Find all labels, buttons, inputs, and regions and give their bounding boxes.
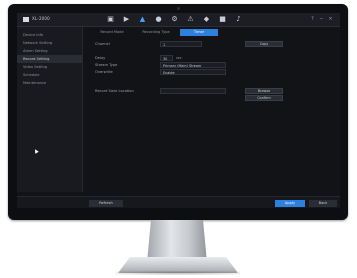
bottom-bar: Refresh Apply Back bbox=[17, 196, 340, 208]
help-icon[interactable]: ? bbox=[310, 17, 315, 22]
tab-timer[interactable]: Timer bbox=[180, 29, 218, 36]
apply-button[interactable]: Apply bbox=[275, 200, 305, 207]
tab-record-mode[interactable]: Record Mode bbox=[93, 29, 131, 36]
browse-button[interactable]: Browse bbox=[245, 88, 283, 94]
sidebar-item-record-setting[interactable]: Record Setting bbox=[17, 55, 82, 63]
stream-type-select[interactable]: Primary (Main) Stream bbox=[160, 62, 226, 68]
playback-icon[interactable]: ▶ bbox=[123, 16, 130, 23]
channel-select[interactable]: 1 bbox=[160, 41, 202, 47]
sidebar-item-maintenance[interactable]: Maintenance bbox=[17, 79, 82, 87]
sidebar-item-schedule[interactable]: Schedule bbox=[17, 71, 82, 79]
settings-icon[interactable]: ⚙ bbox=[171, 16, 178, 23]
stream-type-label: Stream Type bbox=[95, 63, 118, 67]
overwrite-label: Overwrite bbox=[95, 70, 113, 74]
monitor-stand bbox=[147, 220, 207, 260]
delay-unit: sec bbox=[176, 56, 182, 60]
save-location-label: Record Save Location bbox=[95, 89, 134, 93]
refresh-button[interactable]: Refresh bbox=[89, 200, 123, 207]
sidebar-item-alarm-setting[interactable]: Alarm Setting bbox=[17, 47, 82, 55]
sidebar-item-video-setting[interactable]: Video Setting bbox=[17, 63, 82, 71]
webcam bbox=[177, 7, 180, 10]
storage-icon[interactable]: ◆ bbox=[203, 16, 210, 23]
copy-button[interactable]: Copy bbox=[245, 41, 283, 47]
sidebar-item-device-info[interactable]: Device Info bbox=[17, 31, 82, 39]
delay-label: Delay bbox=[95, 56, 106, 60]
display-icon[interactable]: ■ bbox=[219, 16, 226, 23]
record-icon[interactable]: ● bbox=[155, 16, 162, 23]
minimize-icon[interactable]: − bbox=[319, 17, 324, 22]
base-shadow bbox=[116, 271, 240, 275]
logo-icon bbox=[23, 17, 29, 22]
top-bar: XL-2000 ▣ ▶ ▲ ● ⚙ ⚠ ◆ ■ ♪ ? − × bbox=[17, 13, 340, 27]
sidebar-item-network-setting[interactable]: Network Setting bbox=[17, 39, 82, 47]
channel-label: Channel bbox=[95, 42, 110, 46]
back-button[interactable]: Back bbox=[309, 200, 337, 207]
network-icon[interactable]: ▲ bbox=[139, 16, 146, 23]
tab-recording-type[interactable]: Recording Type bbox=[135, 29, 177, 36]
overwrite-select[interactable]: Enable bbox=[160, 69, 226, 75]
save-location-input[interactable] bbox=[160, 88, 226, 94]
alarm-icon[interactable]: ⚠ bbox=[187, 16, 194, 23]
device-name: XL-2000 bbox=[32, 16, 50, 21]
camera-icon[interactable]: ▣ bbox=[107, 16, 114, 23]
audio-icon[interactable]: ♪ bbox=[235, 16, 242, 23]
confirm-button[interactable]: Confirm bbox=[245, 95, 283, 101]
close-icon[interactable]: × bbox=[328, 17, 333, 22]
screen: XL-2000 ▣ ▶ ▲ ● ⚙ ⚠ ◆ ■ ♪ ? − × Device I… bbox=[17, 13, 340, 208]
delay-input[interactable]: 30 bbox=[160, 55, 173, 61]
sidebar: Device Info Network Setting Alarm Settin… bbox=[17, 27, 83, 192]
